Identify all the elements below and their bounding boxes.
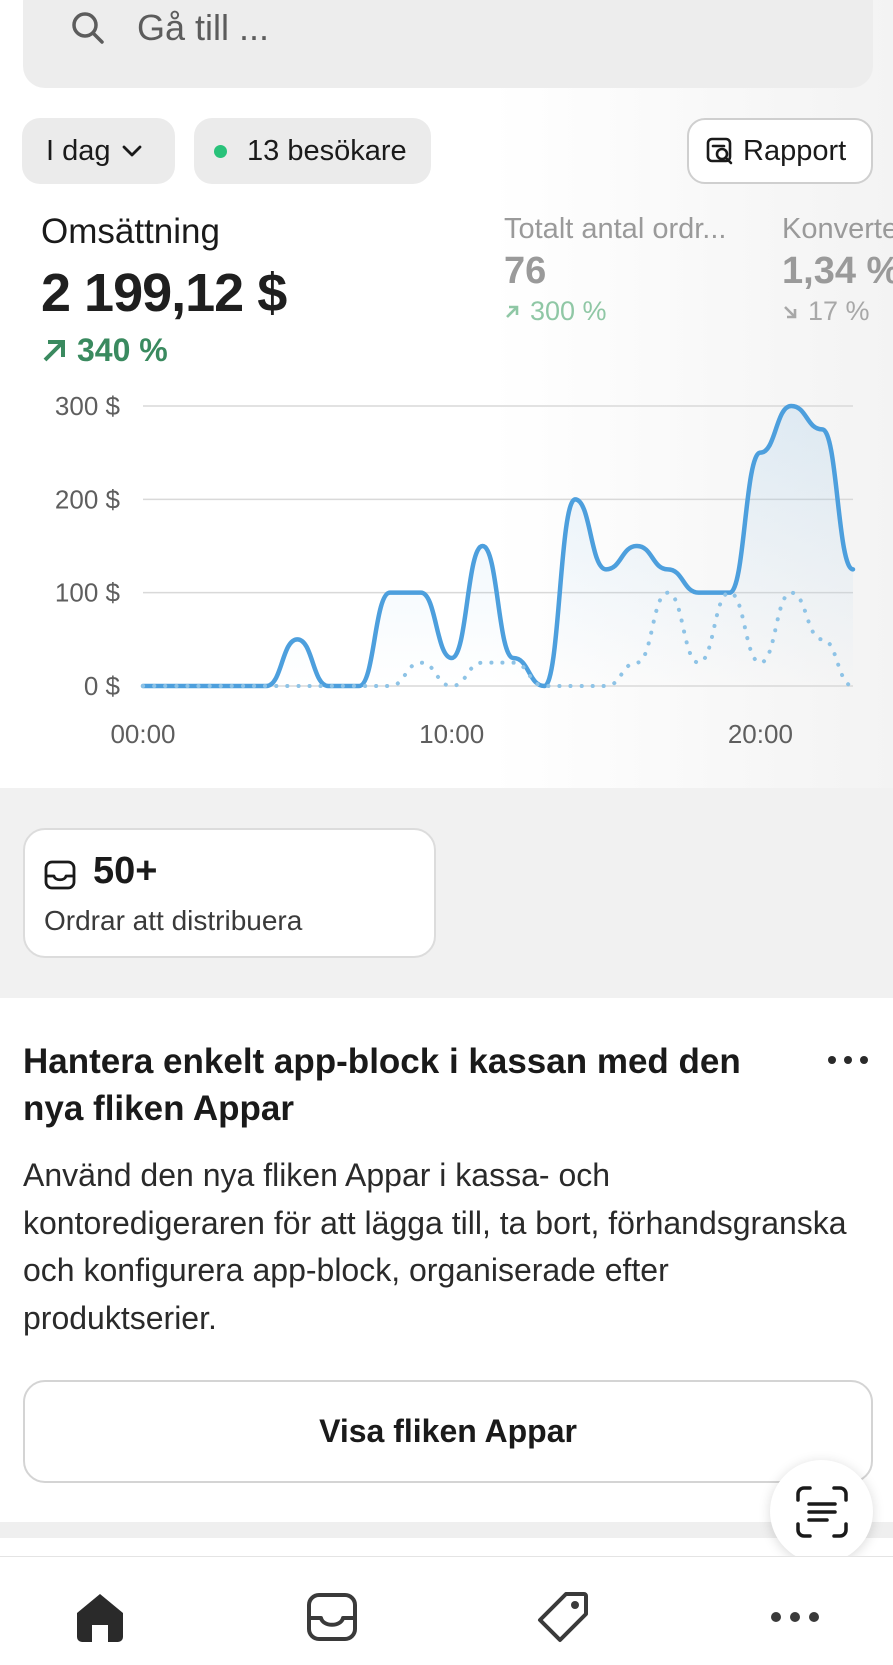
orders-count: 50+ bbox=[93, 850, 158, 892]
date-filter-button[interactable]: I dag bbox=[22, 118, 175, 184]
y-tick-label: 300 $ bbox=[55, 391, 121, 421]
search-bar[interactable]: Gå till ... bbox=[23, 0, 873, 88]
search-icon bbox=[72, 12, 104, 44]
date-filter-label: I dag bbox=[46, 134, 111, 167]
report-search-icon bbox=[706, 137, 733, 165]
live-visitors-button[interactable]: 13 besökare bbox=[194, 118, 431, 184]
arrow-up-right-icon bbox=[43, 339, 65, 361]
chevron-down-icon bbox=[122, 145, 141, 157]
orders-change-value: 300 % bbox=[530, 296, 607, 326]
arrow-down-right-icon bbox=[784, 305, 797, 318]
conversion-metric-change: 17 % bbox=[782, 296, 870, 327]
inbox-icon bbox=[307, 1593, 357, 1641]
report-label: Rapport bbox=[743, 134, 847, 167]
orders-metric-value: 76 bbox=[504, 250, 547, 292]
x-tick-label: 00:00 bbox=[110, 719, 175, 749]
conversion-metric-value: 1,34 % bbox=[782, 250, 893, 292]
arrow-up-right-icon bbox=[506, 305, 519, 318]
section-divider bbox=[0, 1522, 893, 1538]
more-icon bbox=[771, 1612, 819, 1622]
x-tick-label: 20:00 bbox=[728, 719, 793, 749]
revenue-change: 340 % bbox=[41, 332, 168, 369]
search-input[interactable]: Gå till ... bbox=[137, 8, 269, 48]
visitors-label: 13 besökare bbox=[247, 134, 407, 167]
bottom-tab-bar bbox=[0, 1556, 893, 1665]
orders-to-fulfill-card[interactable]: 50+ Ordrar att distribuera bbox=[23, 828, 436, 958]
promo-title: Hantera enkelt app-block i kassan med de… bbox=[23, 1042, 741, 1128]
home-icon bbox=[77, 1594, 123, 1642]
tag-icon bbox=[538, 1592, 588, 1642]
series-area bbox=[143, 406, 853, 686]
promo-body: Använd den nya fliken Appar i kassa- och… bbox=[23, 1157, 847, 1336]
y-tick-label: 0 $ bbox=[84, 671, 121, 701]
tab-home[interactable] bbox=[70, 1587, 130, 1647]
scan-text-icon bbox=[795, 1485, 848, 1538]
scan-button[interactable] bbox=[770, 1460, 873, 1563]
tab-products[interactable] bbox=[533, 1587, 593, 1647]
view-apps-tab-button[interactable]: Visa fliken Appar bbox=[23, 1380, 873, 1483]
orders-metric-label[interactable]: Totalt antal ordr... bbox=[504, 213, 726, 246]
orders-metric-change: 300 % bbox=[504, 296, 607, 327]
revenue-label[interactable]: Omsättning bbox=[41, 212, 220, 252]
conversion-metric-label[interactable]: Konverte bbox=[782, 213, 893, 246]
tab-orders[interactable] bbox=[302, 1587, 362, 1647]
revenue-change-value: 340 % bbox=[77, 332, 168, 368]
x-tick-label: 10:00 bbox=[419, 719, 484, 749]
tab-more[interactable] bbox=[765, 1587, 825, 1647]
revenue-value: 2 199,12 $ bbox=[41, 263, 287, 323]
orders-label: Ordrar att distribuera bbox=[44, 905, 303, 936]
revenue-chart: 300 $ 200 $ 100 $ 0 $ 00:00 10:00 20:00 bbox=[55, 391, 856, 749]
y-tick-label: 200 $ bbox=[55, 484, 121, 514]
live-dot-icon bbox=[214, 144, 227, 158]
more-options-icon[interactable] bbox=[826, 1050, 870, 1070]
y-tick-label: 100 $ bbox=[55, 578, 121, 608]
inbox-icon bbox=[44, 860, 76, 890]
report-button[interactable]: Rapport bbox=[687, 118, 873, 184]
conversion-change-value: 17 % bbox=[808, 296, 870, 326]
